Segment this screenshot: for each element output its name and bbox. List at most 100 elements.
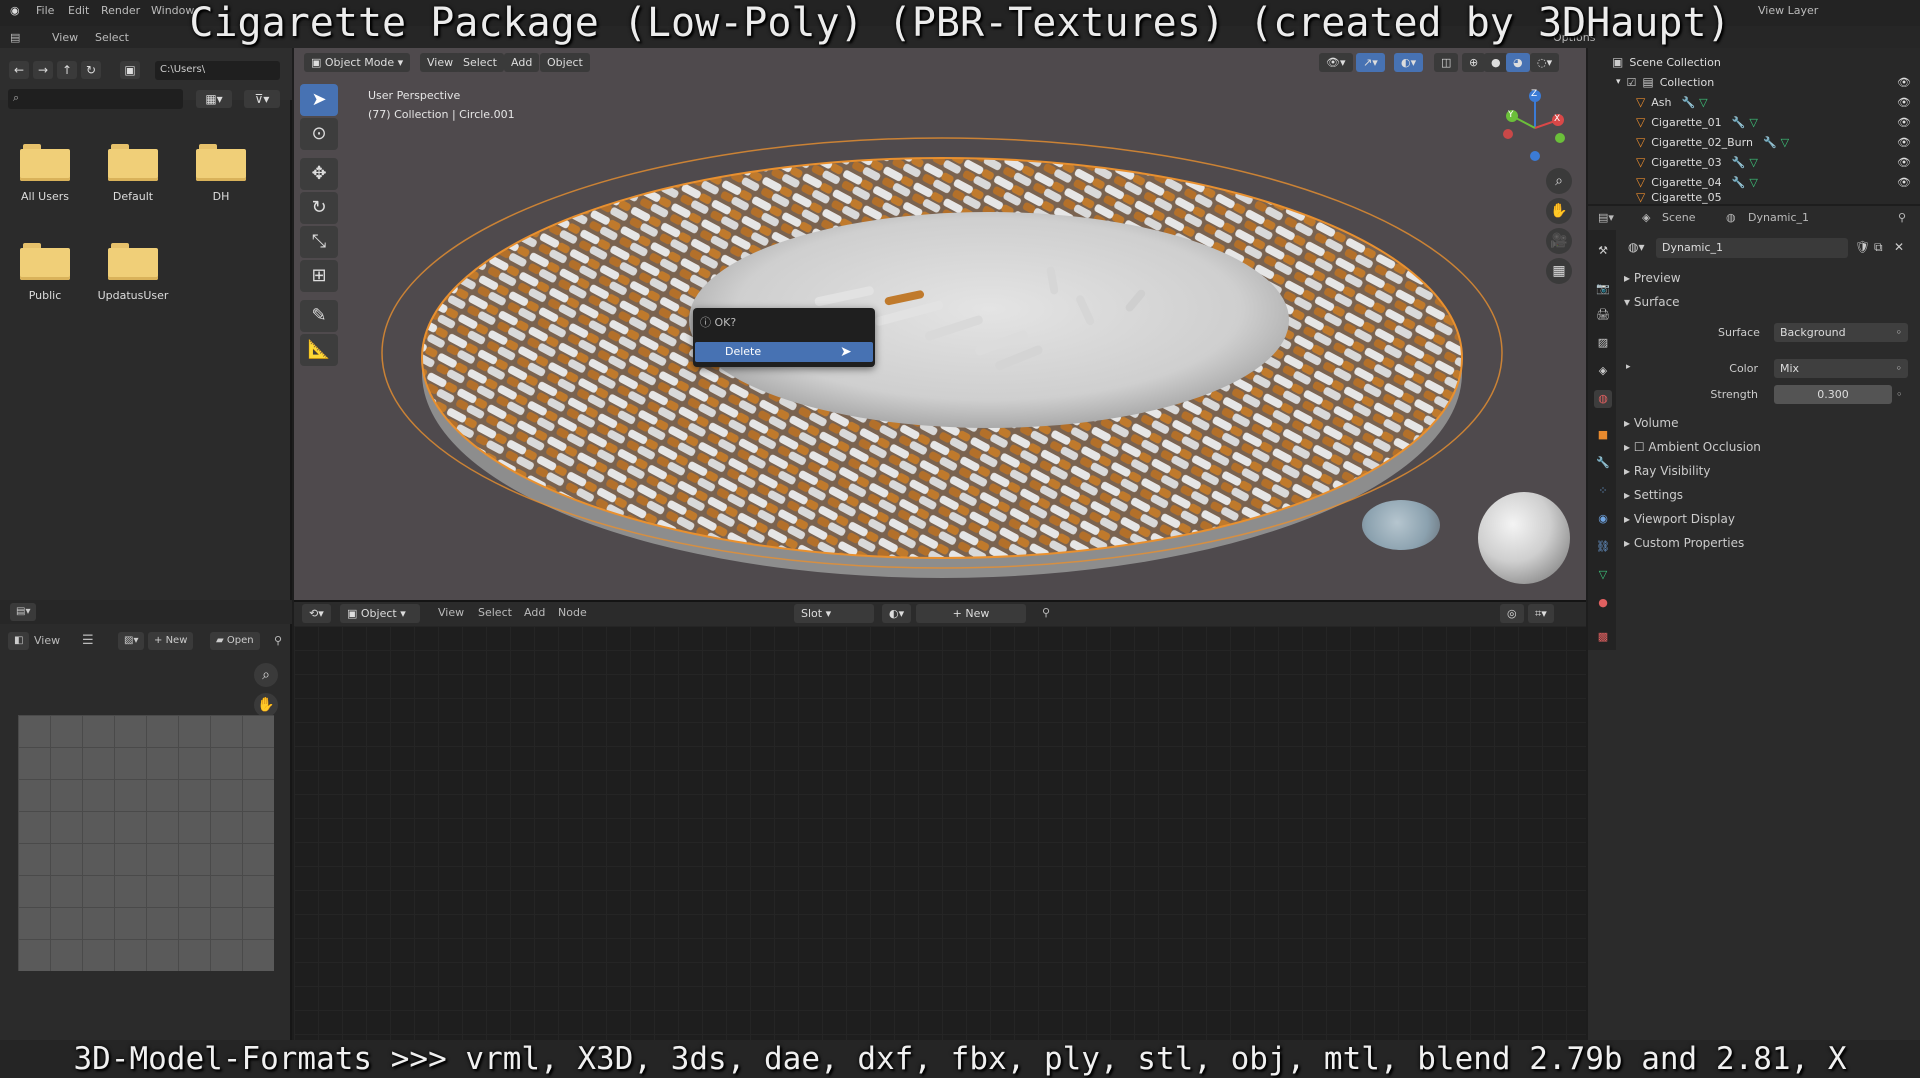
zoom-icon[interactable]: ⌕ [254,663,278,687]
panel-viewport-display[interactable]: ▸ Viewport Display [1624,512,1735,526]
forward-arrow-icon[interactable]: → [33,61,53,79]
menu-render[interactable]: Render [101,4,140,17]
pan-hand-icon[interactable]: ✋ [1546,198,1572,224]
menu-edit[interactable]: Edit [68,4,89,17]
annotate-tool-icon[interactable]: ✎ [300,300,338,332]
fake-user-icon[interactable]: 🛡 [1855,240,1870,254]
viewport-select-menu[interactable]: Select [456,53,504,72]
image-new-button[interactable]: + New [148,632,194,650]
pin-icon[interactable]: ⚲ [1042,606,1050,619]
view-layer-tab-icon[interactable]: ▨ [1594,334,1612,352]
particles-tab-icon[interactable]: ⁘ [1594,482,1612,500]
folder-public[interactable]: Public [5,243,85,302]
panel-custom-properties[interactable]: ▸ Custom Properties [1624,536,1744,550]
output-tab-icon[interactable]: 🖨 [1594,306,1612,324]
outliner-item-cigarette-02-burn[interactable]: ▽ Cigarette_02_Burn 🔧 ▽ [1636,132,1789,152]
node-node-menu[interactable]: Node [558,606,587,619]
path-input[interactable]: C:\Users\ [155,61,280,80]
collapse-arrow-icon[interactable]: ▸ [1626,362,1631,372]
select-tool-icon[interactable]: ➤ [300,84,338,116]
rendered-shading-icon[interactable]: ◌▾ [1530,53,1560,72]
viewport-object-menu[interactable]: Object [540,53,590,72]
constraints-tab-icon[interactable]: ⛓ [1594,538,1612,556]
eye-icon[interactable]: 👁 [1897,136,1911,149]
image-open-button[interactable]: ▰ Open [210,632,260,650]
measure-tool-icon[interactable]: 📐 [300,334,338,366]
image-view-menu[interactable]: View [34,634,60,647]
panel-ray-visibility[interactable]: ▸ Ray Visibility [1624,464,1710,478]
pan-hand-icon[interactable]: ✋ [254,693,278,717]
move-tool-icon[interactable]: ✥ [300,158,338,190]
cursor-tool-icon[interactable]: ⊙ [300,118,338,150]
outliner-item-cigarette-03[interactable]: ▽ Cigarette_03 🔧 ▽ [1636,152,1758,172]
material-browse-icon[interactable]: ◐▾ [882,604,912,623]
node-add-menu[interactable]: Add [524,606,545,619]
checkbox-icon[interactable]: ☐ [1634,440,1649,454]
xray-icon[interactable]: ◫ [1434,53,1459,72]
back-arrow-icon[interactable]: ← [9,61,29,79]
world-tab-icon[interactable]: ◍ [1594,390,1612,408]
editor-type-icon[interactable]: ▤▾ [1598,211,1614,224]
view-layer-label[interactable]: View Layer [1758,4,1818,17]
duplicate-icon[interactable]: ⧉ [1874,240,1883,255]
eye-icon[interactable]: 👁 [1897,76,1911,89]
strength-field[interactable]: 0.300 [1774,385,1892,404]
editor-type-icon[interactable]: ▤ [10,31,20,44]
rotate-tool-icon[interactable]: ↻ [300,192,338,224]
refresh-icon[interactable]: ↻ [81,61,101,79]
subbar-select-menu[interactable]: Select [95,31,129,44]
view-mode-icon[interactable]: ◧ [8,632,30,650]
wireframe-shading-icon[interactable]: ⊕ [1462,53,1486,72]
zoom-icon[interactable]: ⌕ [1546,168,1572,194]
gizmo-toggle-icon[interactable]: ↗▾ [1356,53,1385,72]
scene-collection-row[interactable]: ▣ Scene Collection [1612,52,1721,72]
new-folder-icon[interactable]: ▣ [120,61,140,79]
folder-dh[interactable]: DH [181,144,261,203]
ortho-grid-icon[interactable]: ▦ [1546,258,1572,284]
outliner-item-ash[interactable]: ▽ Ash 🔧 ▽ [1636,92,1708,112]
surface-dropdown[interactable]: Background ◦ [1774,323,1908,342]
tool-tab-icon[interactable]: ⚒ [1594,242,1612,260]
eye-icon[interactable]: 👁 [1897,156,1911,169]
search-input[interactable]: ⌕ [8,89,183,109]
world-label[interactable]: Dynamic_1 [1748,211,1809,224]
viewport-add-menu[interactable]: Add [504,53,540,72]
display-mode-icon[interactable]: ▦▾ [196,90,232,108]
viewport-view-menu[interactable]: View [420,53,461,72]
collection-row[interactable]: ▾ ☑ ▤ Collection 👁 [1616,72,1911,92]
close-icon[interactable]: ✕ [1894,240,1904,254]
world-name-field[interactable]: Dynamic_1 [1656,238,1848,258]
visibility-icon[interactable]: 👁▾ [1319,53,1353,72]
material-tab-icon[interactable]: ● [1594,594,1612,612]
filter-icon[interactable]: ⊽▾ [244,90,280,108]
panel-settings[interactable]: ▸ Settings [1624,488,1683,502]
data-tab-icon[interactable]: ▽ [1594,566,1612,584]
slot-dropdown[interactable]: Slot ▾ [794,604,874,623]
camera-icon[interactable]: 🎥 [1546,228,1572,254]
hamburger-icon[interactable]: ☰ [82,633,94,648]
outliner-item-cigarette-04[interactable]: ▽ Cigarette_04 🔧 ▽ [1636,172,1758,192]
menu-window[interactable]: Window [151,4,194,17]
material-shading-icon[interactable]: ◕ [1506,53,1530,72]
shader-type-dropdown[interactable]: ▣ Object ▾ [340,604,420,623]
overlay-toggle-icon[interactable]: ◐▾ [1394,53,1424,72]
panel-ambient-occlusion[interactable]: ▸ ☐ Ambient Occlusion [1624,440,1761,454]
shader-node-editor[interactable] [294,600,1586,1040]
render-tab-icon[interactable]: 📷 [1594,280,1612,298]
folder-default[interactable]: Default [93,144,173,203]
subbar-view-menu[interactable]: View [52,31,78,44]
world-browse-icon[interactable]: ◍▾ [1628,240,1645,254]
pin-icon[interactable]: ⚲ [1898,211,1906,224]
menu-file[interactable]: File [36,4,54,17]
physics-tab-icon[interactable]: ◉ [1594,510,1612,528]
image-browse-icon[interactable]: ▨▾ [118,632,145,650]
outliner-item-cigarette-05[interactable]: ▽ Cigarette_05 [1636,190,1722,204]
parent-dir-icon[interactable]: ↑ [57,61,77,79]
editor-type-icon[interactable]: ▤▾ [10,603,37,621]
checkbox-icon[interactable]: ☑ [1627,76,1637,89]
node-view-menu[interactable]: View [438,606,464,619]
scene-tab-icon[interactable]: ◈ [1594,362,1612,380]
snap-icon[interactable]: ⌗▾ [1528,604,1554,623]
dot-icon[interactable]: ◦ [1896,388,1903,401]
pin-icon[interactable]: ⚲ [274,634,282,647]
